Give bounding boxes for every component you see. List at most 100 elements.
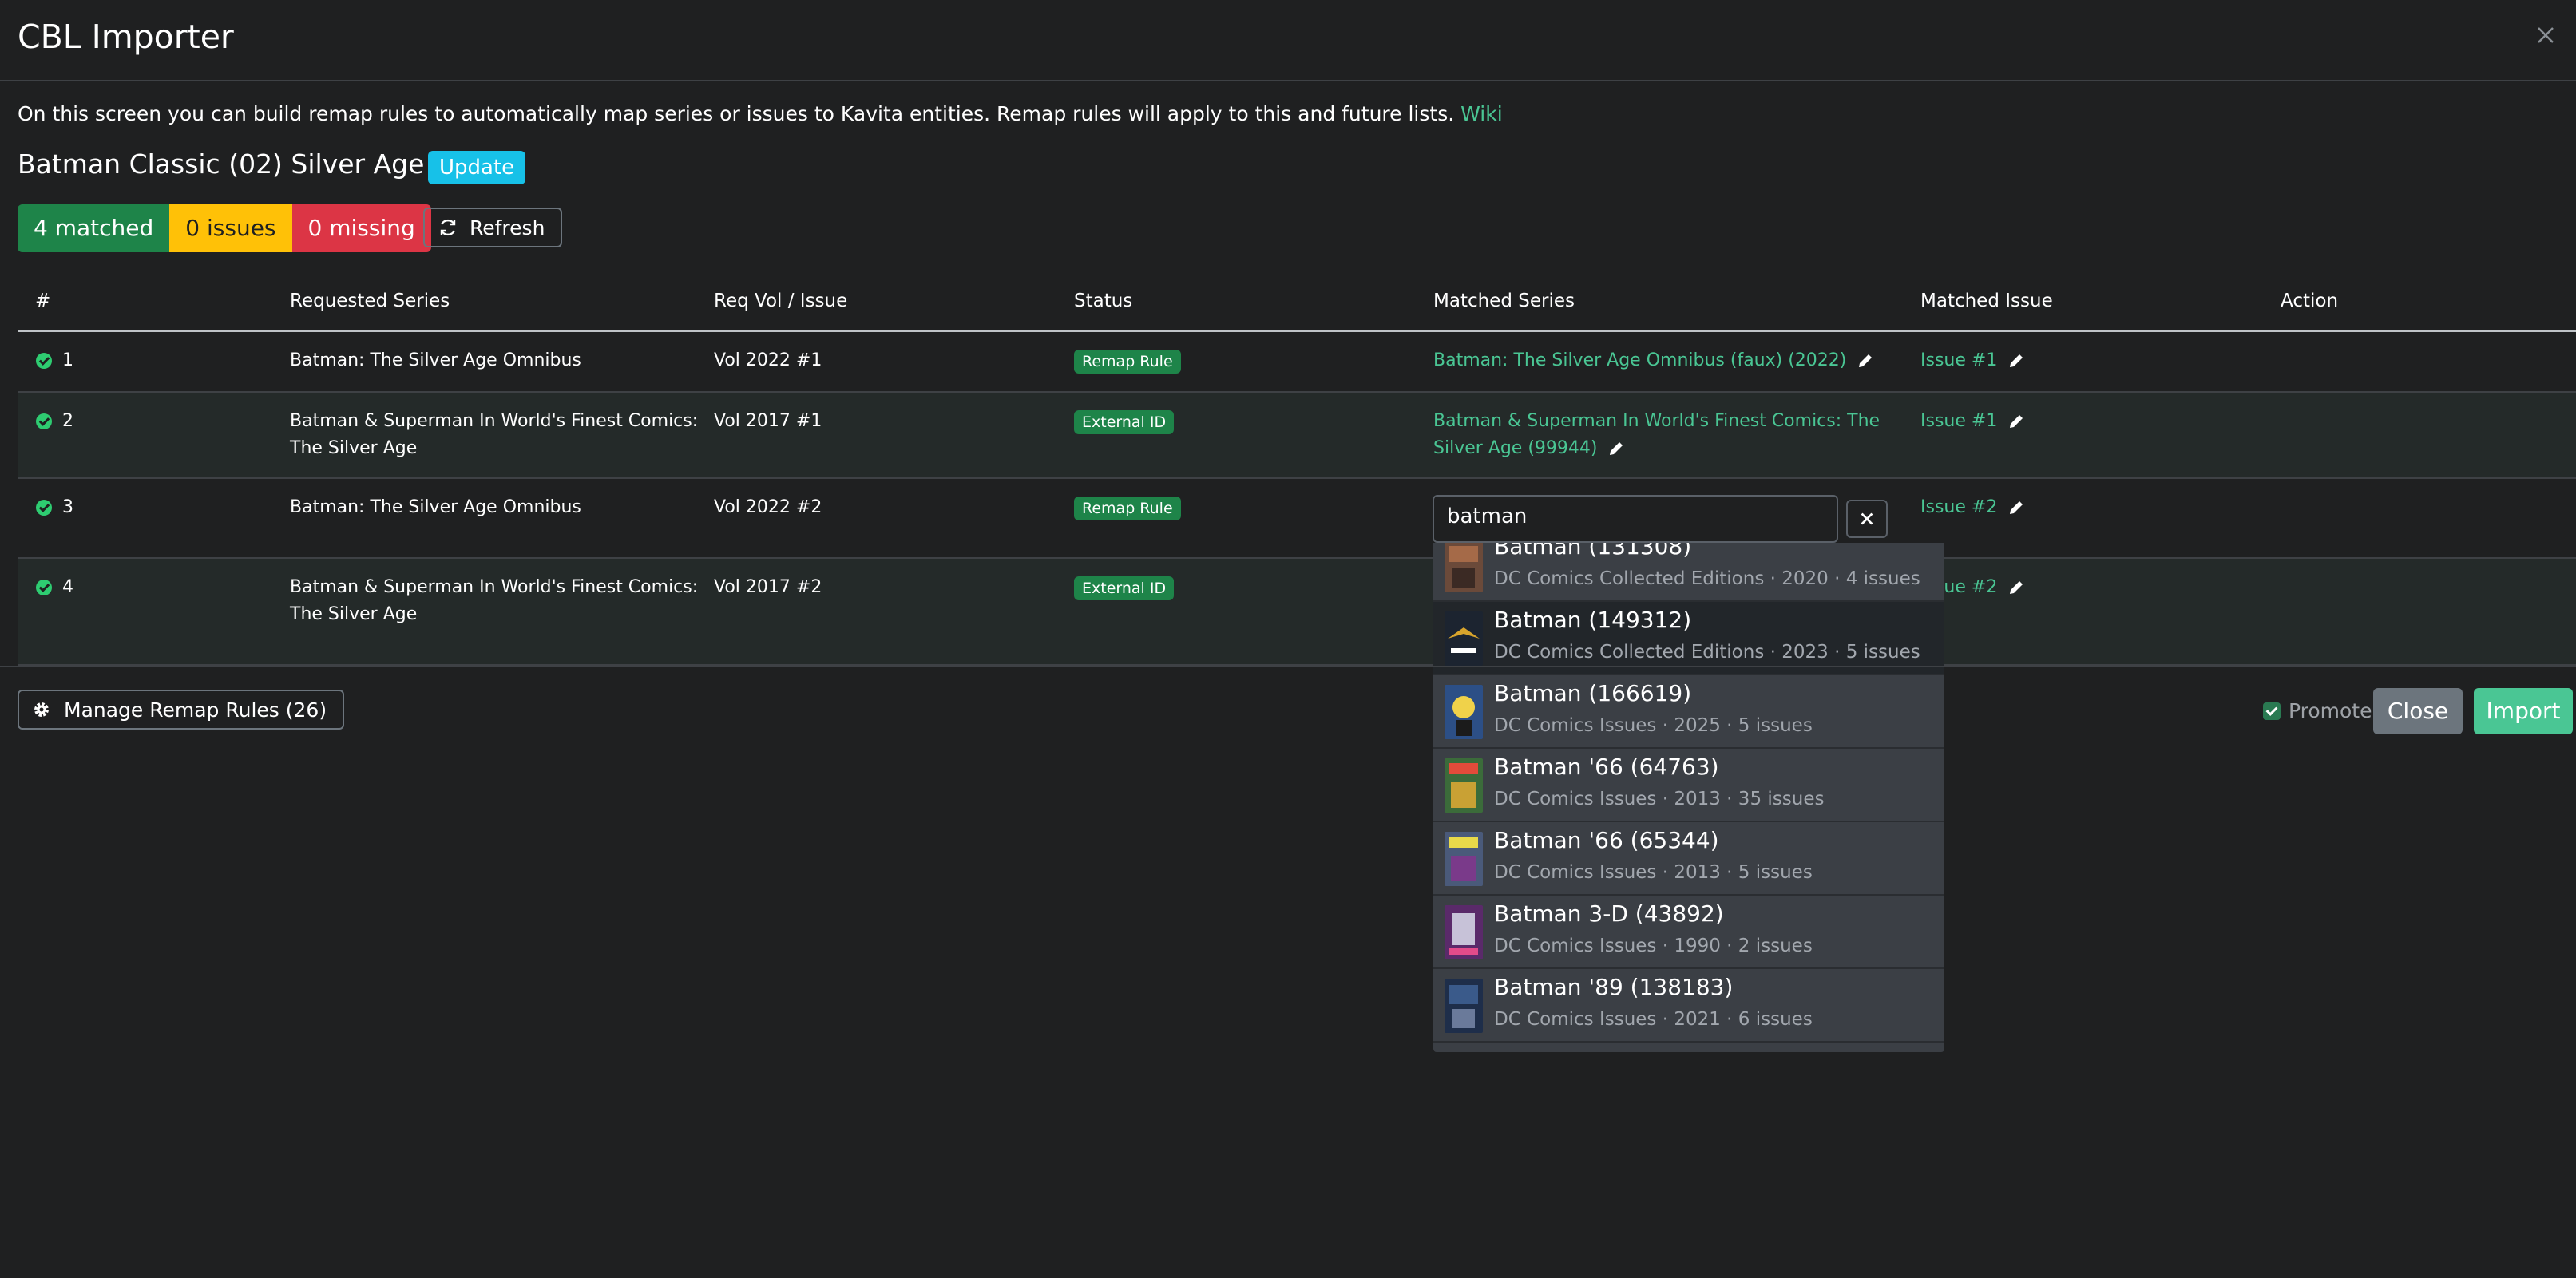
search-result-meta: DC Comics Issues · 2025 · 5 issues — [1494, 715, 1813, 736]
table-row: 1 Batman: The Silver Age Omnibus Vol 202… — [18, 332, 2576, 393]
search-result-item[interactable]: Batman '66 (64763) DC Comics Issues · 20… — [1433, 749, 1944, 822]
pencil-icon[interactable] — [1856, 351, 1875, 370]
pencil-icon[interactable] — [2007, 578, 2026, 597]
matched-series-line1: Batman & Superman In World's Finest Comi… — [1433, 411, 1880, 431]
col-status: Status — [1074, 291, 1133, 311]
check-circle-icon — [36, 413, 52, 429]
gear-icon — [34, 702, 49, 717]
pencil-icon[interactable] — [2007, 498, 2026, 517]
search-result-meta: DC Comics Issues · 2021 · 6 issues — [1494, 1009, 1813, 1030]
matched-issue-text: Issue #2 — [1920, 497, 1998, 517]
close-button[interactable]: Close — [2373, 688, 2463, 734]
requested-series-line1: Batman & Superman In World's Finest Comi… — [290, 577, 699, 597]
matched-issue-text: Issue #1 — [1920, 350, 1998, 370]
clear-search-button[interactable] — [1846, 500, 1888, 538]
requested-series: Batman: The Silver Age Omnibus — [290, 350, 581, 370]
requested-series: Batman & Superman In World's Finest Comi… — [290, 408, 698, 462]
col-action: Action — [2281, 291, 2339, 311]
req-vol-issue: Vol 2017 #2 — [714, 577, 822, 597]
match-counts: 4 matched 0 issues 0 missing — [18, 204, 431, 252]
req-vol-issue: Vol 2022 #2 — [714, 497, 822, 517]
row-number: 2 — [62, 411, 73, 431]
search-result-meta: DC Comics Collected Editions · 2023 · 5 … — [1494, 642, 1920, 663]
col-requested-series: Requested Series — [290, 291, 450, 311]
row-number: 3 — [62, 497, 73, 517]
cover-thumbnail — [1445, 543, 1483, 592]
refresh-button[interactable]: Refresh — [423, 208, 563, 247]
pencil-icon[interactable] — [2007, 351, 2026, 370]
matched-series-line2: Silver Age (99944) — [1433, 438, 1598, 458]
search-results-dropdown: Batman (131308) DC Comics Collected Edit… — [1433, 543, 1944, 1052]
search-result-item[interactable]: Batman (149312) DC Comics Collected Edit… — [1433, 602, 1944, 675]
refresh-icon — [440, 219, 456, 236]
matched-series[interactable]: Batman & Superman In World's Finest Comi… — [1433, 408, 1880, 462]
search-result-meta: DC Comics Collected Editions · 2020 · 4 … — [1494, 568, 1920, 589]
search-result-item[interactable]: Batman '89 (138183) DC Comics Issues · 2… — [1433, 969, 1944, 1043]
missing-count: 0 missing — [291, 204, 431, 252]
table-header: # Requested Series Req Vol / Issue Statu… — [18, 271, 2576, 332]
manage-remap-rules-button[interactable]: Manage Remap Rules (26) — [18, 690, 345, 730]
matched-issue-text: Issue #1 — [1920, 411, 1998, 431]
col-number: # — [35, 291, 51, 311]
intro-description: On this screen you can build remap rules… — [18, 102, 1455, 125]
cbl-importer-modal: CBL Importer On this screen you can buil… — [0, 0, 2576, 1278]
cover-thumbnail — [1445, 905, 1483, 959]
modal-header: CBL Importer — [0, 0, 2576, 81]
matched-count: 4 matched — [18, 204, 170, 252]
status-badge: Remap Rule — [1074, 350, 1181, 374]
search-result-name: Batman 3-D (43892) — [1494, 900, 1724, 927]
check-circle-icon — [36, 580, 52, 595]
req-vol-issue: Vol 2017 #1 — [714, 411, 822, 431]
requested-series-line2: The Silver Age — [290, 604, 418, 624]
matched-issue[interactable]: Issue #1 — [1920, 408, 2026, 435]
update-button[interactable]: Update — [428, 151, 526, 184]
footer-divider — [0, 666, 2576, 667]
matched-issue[interactable]: Issue #2 — [1920, 494, 2026, 521]
manage-remap-rules-label: Manage Remap Rules (26) — [64, 698, 327, 722]
promote-toggle[interactable]: Promote — [2263, 699, 2372, 722]
table-row: 3 Batman: The Silver Age Omnibus Vol 202… — [18, 479, 2576, 559]
search-result-name: Batman '66 (65344) — [1494, 827, 1719, 853]
modal-title: CBL Importer — [18, 18, 234, 56]
search-result-item[interactable]: Batman (166619) DC Comics Issues · 2025 … — [1433, 675, 1944, 749]
col-matched-series: Matched Series — [1433, 291, 1575, 311]
search-result-meta: DC Comics Issues · 2013 · 5 issues — [1494, 862, 1813, 883]
status-badge: External ID — [1074, 410, 1175, 434]
matched-series[interactable]: Batman: The Silver Age Omnibus (faux) (2… — [1433, 347, 1875, 374]
table-row: 2 Batman & Superman In World's Finest Co… — [18, 393, 2576, 479]
cover-thumbnail — [1445, 758, 1483, 813]
search-result-item[interactable]: Batman (131308) DC Comics Collected Edit… — [1433, 543, 1944, 602]
cover-thumbnail — [1445, 832, 1483, 886]
search-result-name: Batman '66 (64763) — [1494, 754, 1719, 780]
table-row: 4 Batman & Superman In World's Finest Co… — [18, 559, 2576, 666]
requested-series-line2: The Silver Age — [290, 438, 418, 458]
wiki-link[interactable]: Wiki — [1460, 102, 1503, 125]
list-title: Batman Classic (02) Silver Age — [18, 148, 425, 180]
search-result-item[interactable]: Batman '66 (65344) DC Comics Issues · 20… — [1433, 822, 1944, 896]
requested-series: Batman: The Silver Age Omnibus — [290, 497, 581, 517]
col-req-vol-issue: Req Vol / Issue — [714, 291, 848, 311]
check-circle-icon — [36, 500, 52, 516]
status-badge: External ID — [1074, 576, 1175, 600]
requested-series: Batman & Superman In World's Finest Comi… — [290, 574, 698, 628]
search-result-name: Batman (149312) — [1494, 607, 1692, 633]
refresh-label: Refresh — [470, 216, 545, 239]
promote-label: Promote — [2289, 699, 2372, 722]
search-result-item[interactable]: Batman 3-D (43892) DC Comics Issues · 19… — [1433, 896, 1944, 969]
series-search-input[interactable]: batman — [1433, 495, 1838, 543]
import-button[interactable]: Import — [2474, 688, 2573, 734]
pencil-icon[interactable] — [2007, 412, 2026, 431]
cover-thumbnail — [1445, 611, 1483, 666]
matched-issue[interactable]: Issue #1 — [1920, 347, 2026, 374]
issues-count: 0 issues — [169, 204, 292, 252]
row-number: 4 — [62, 577, 73, 597]
promote-checkbox[interactable] — [2263, 702, 2281, 720]
intro-text: On this screen you can build remap rules… — [18, 102, 1503, 125]
search-result-meta: DC Comics Issues · 2013 · 35 issues — [1494, 789, 1825, 809]
search-result-meta: DC Comics Issues · 1990 · 2 issues — [1494, 936, 1813, 956]
cover-thumbnail — [1445, 979, 1483, 1033]
close-icon[interactable] — [2531, 21, 2560, 49]
pencil-icon[interactable] — [1607, 439, 1626, 458]
search-result-name: Batman '89 (138183) — [1494, 974, 1734, 1000]
cover-thumbnail — [1445, 685, 1483, 739]
